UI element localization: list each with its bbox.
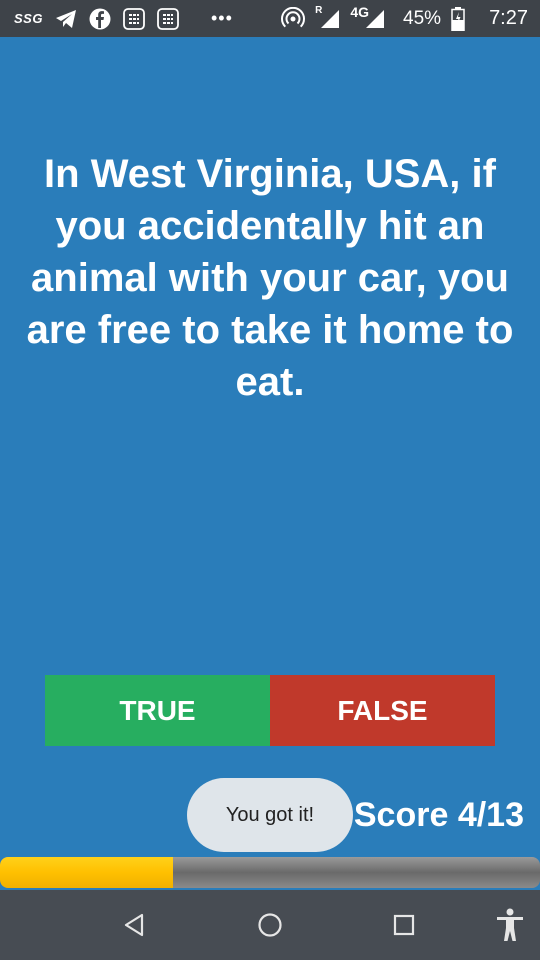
status-bar: SSG ••• R 4G 45% 7:27 [0,0,540,37]
hotspot-icon [281,6,306,31]
network-type-label: 4G [350,3,370,20]
back-icon[interactable] [104,890,164,960]
battery-percent: 45% [403,7,442,29]
signal-icon [320,9,340,29]
more-dots-icon: ••• [210,8,233,28]
toast-message: You got it! [187,778,353,852]
facebook-icon [89,8,111,30]
false-button[interactable]: FALSE [270,675,495,746]
recents-icon[interactable] [374,890,434,960]
progress-bar [0,857,540,888]
accessibility-icon[interactable] [480,890,540,960]
roaming-indicator: R [315,5,323,16]
score-label: Score 4/13 [353,796,524,834]
app-grid-icon [123,7,145,30]
clock: 7:27 [489,7,528,29]
home-icon[interactable] [240,890,300,960]
true-button[interactable]: TRUE [45,675,270,746]
carrier-label: SSG [14,11,43,26]
navigation-bar [0,890,540,960]
battery-icon [451,6,465,31]
progress-fill [0,857,173,888]
question-text: In West Virginia, USA, if you accidental… [26,152,514,404]
telegram-icon [55,9,77,29]
app-grid-icon [157,7,179,30]
